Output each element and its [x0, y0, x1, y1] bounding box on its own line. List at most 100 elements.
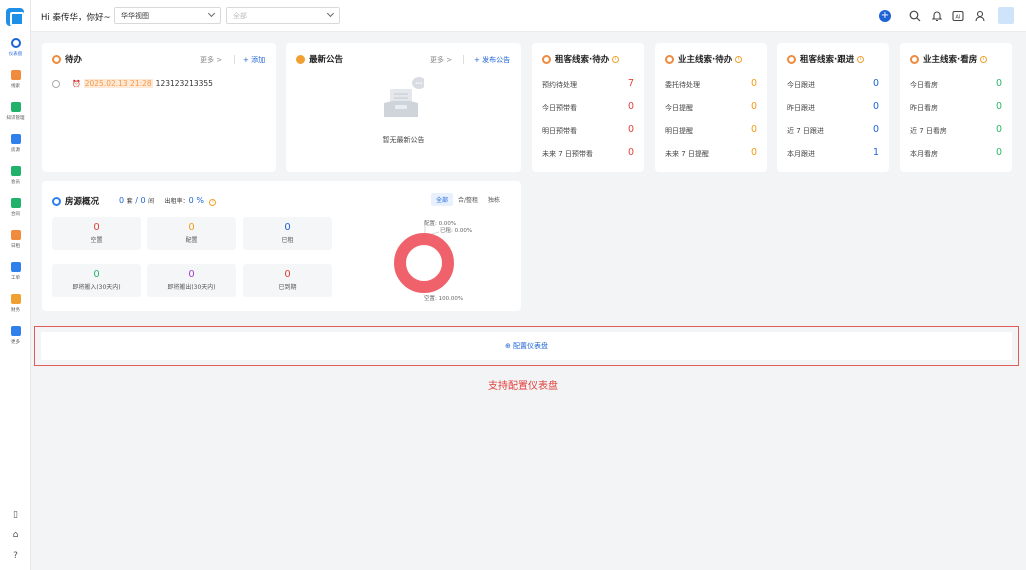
sidebar-item-1[interactable]: 线索	[0, 70, 31, 89]
tab-standalone[interactable]: 独栋	[483, 193, 505, 206]
top-bar: Hi 秦传华，你好~ 华华视图 全部 + AI	[31, 0, 1026, 32]
sidebar-item-0[interactable]: 仪表盘	[0, 38, 31, 57]
notice-more-link[interactable]: 更多 >	[430, 55, 452, 65]
add-icon[interactable]: +	[879, 10, 891, 22]
publish-notice-button[interactable]: + 发布公告	[474, 55, 510, 65]
config-dashboard-button[interactable]: ⊕ 配置仪表盘	[41, 332, 1012, 360]
info-icon[interactable]: i	[612, 55, 620, 63]
caption: 支持配置仪表盘	[488, 381, 558, 392]
overview-tile[interactable]: 0 配置	[147, 217, 236, 250]
stat-value: 0	[750, 101, 757, 112]
stat-row[interactable]: 今日跟进 0	[787, 78, 879, 90]
stat-value: 7	[627, 78, 634, 89]
sidebar-item-6[interactable]: 日租	[0, 230, 31, 249]
stat-row[interactable]: 今日预带看 0	[542, 101, 634, 113]
sidebar-item-label: 房源	[10, 147, 20, 153]
info-icon[interactable]: i	[209, 199, 217, 206]
overview-tile[interactable]: 0 即将搬入(30天内)	[52, 264, 141, 297]
clue-icon	[542, 54, 551, 64]
stat-row[interactable]: 委托待处理 0	[665, 78, 757, 90]
sidebar-item-5[interactable]: 合同	[0, 198, 31, 217]
ai-icon[interactable]: AI	[952, 10, 964, 22]
stat-label: 明日提醒	[665, 127, 693, 135]
sidebar-item-9[interactable]: 更多	[0, 326, 31, 345]
pie-slice-空置[interactable]	[394, 233, 454, 293]
info-icon[interactable]: i	[980, 55, 988, 63]
stat-value: 0	[995, 124, 1002, 135]
todo-date: 2025.02.13 21:28	[83, 79, 153, 88]
info-icon[interactable]: i	[857, 55, 865, 63]
sidebar-item-4[interactable]: 会员	[0, 166, 31, 185]
stat-label: 今日跟进	[787, 81, 815, 89]
settings-icon: ⊕	[504, 342, 511, 350]
stat-row[interactable]: 今日看房 0	[910, 78, 1002, 90]
stat-label: 本月跟进	[787, 150, 815, 158]
todo-checkbox[interactable]	[52, 79, 60, 88]
chevron-down-icon	[326, 9, 335, 18]
stat-row[interactable]: 本月看房 0	[910, 147, 1002, 159]
stat-row[interactable]: 近 7 日跟进 0	[787, 124, 879, 136]
sidebar-item-3[interactable]: 房源	[0, 134, 31, 153]
stat-row[interactable]: 昨日跟进 0	[787, 101, 879, 113]
bell-icon[interactable]	[931, 10, 943, 22]
dashboard-icon	[10, 38, 21, 48]
stat-value: 0	[872, 101, 879, 112]
divider	[463, 55, 464, 64]
info-icon[interactable]: i	[735, 55, 743, 63]
overview-tile[interactable]: 0 已租	[243, 217, 332, 250]
todo-text: 123123213355	[155, 79, 213, 88]
stat-label: 今日预带看	[542, 104, 577, 112]
stat-value: 0	[995, 147, 1002, 158]
stat-label: 预约待处理	[542, 81, 577, 89]
stat-card: 业主线索·待办 i 委托待处理 0 今日提醒 0 明日提醒 0 未来 7 日提醒 0	[655, 43, 767, 172]
sidebar-item-label: 工单	[10, 275, 20, 281]
overview-tile[interactable]: 0 即将搬出(30天内)	[147, 264, 236, 297]
stat-card-title: 业主线索·看房 i	[910, 53, 988, 65]
stat-value: 0	[750, 124, 757, 135]
help-icon[interactable]: ?	[0, 551, 31, 561]
sidebar-item-8[interactable]: 财务	[0, 294, 31, 313]
app-logo[interactable]	[6, 8, 24, 26]
stat-value: 1	[872, 147, 879, 158]
megaphone-icon	[296, 54, 305, 64]
clue-icon	[787, 54, 796, 64]
tab-all[interactable]: 全部	[431, 193, 454, 206]
stat-row[interactable]: 明日预带看 0	[542, 124, 634, 136]
stat-row[interactable]: 未来 7 日预带看 0	[542, 147, 634, 159]
view-select[interactable]: 华华视图	[114, 7, 221, 24]
stat-value: 0	[750, 78, 757, 89]
tile-label: 配置	[185, 237, 198, 244]
overview-tile[interactable]: 0 空置	[52, 217, 141, 250]
avatar[interactable]	[998, 7, 1014, 24]
chevron-down-icon	[207, 9, 216, 18]
sidebar-item-label: 线索	[10, 83, 20, 89]
todo-more-link[interactable]: 更多 >	[200, 55, 222, 65]
todo-add-button[interactable]: + 添加	[243, 55, 265, 65]
stat-value: 0	[627, 124, 634, 135]
overview-tile[interactable]: 0 已到期	[243, 264, 332, 297]
stat-row[interactable]: 未来 7 日提醒 0	[665, 147, 757, 159]
lock-icon[interactable]: ⌂	[0, 530, 31, 540]
tile-value: 0	[188, 222, 195, 233]
stat-label: 本月看房	[910, 150, 938, 158]
sidebar-item-label: 更多	[10, 339, 20, 345]
sidebar-item-7[interactable]: 工单	[0, 262, 31, 281]
sidebar-item-2[interactable]: 知识管理	[0, 102, 31, 121]
stat-row[interactable]: 昨日看房 0	[910, 101, 1002, 113]
sidebar-item-label: 财务	[10, 307, 20, 313]
stat-row[interactable]: 今日提醒 0	[665, 101, 757, 113]
wrench-icon	[10, 262, 21, 272]
search-icon[interactable]	[909, 10, 921, 22]
stat-row[interactable]: 明日提醒 0	[665, 124, 757, 136]
empty-notice-text: 暂无最新公告	[382, 136, 425, 144]
scope-select[interactable]: 全部	[226, 7, 340, 24]
svg-text:AI: AI	[956, 14, 961, 20]
todo-item[interactable]: ⏰ 2025.02.13 21:28 123123213355	[52, 79, 213, 88]
stat-row[interactable]: 本月跟进 1	[787, 147, 879, 159]
mobile-icon[interactable]: ▯	[0, 510, 31, 520]
sidebar-item-label: 知识管理	[6, 115, 25, 121]
stat-row[interactable]: 近 7 日看房 0	[910, 124, 1002, 136]
stat-row[interactable]: 预约待处理 7	[542, 78, 634, 90]
user-service-icon[interactable]	[974, 10, 986, 22]
tab-shared-whole[interactable]: 合/整租	[453, 193, 483, 206]
